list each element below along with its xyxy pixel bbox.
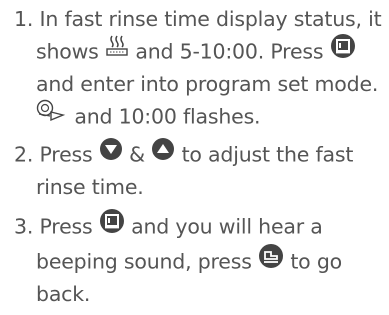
step-text: and 5-10:00. Press <box>135 38 324 63</box>
step-text: shows <box>36 38 99 63</box>
step-text: and 10:00 flashes. <box>74 103 261 128</box>
step-3-line-2: beeping sound, press to go <box>14 243 386 280</box>
up-arrow-button-icon <box>151 137 175 170</box>
step-3-line-3: back. <box>14 279 386 310</box>
program-button-icon <box>330 33 356 68</box>
step-text: In fast rinse time display status, it <box>39 7 382 31</box>
step-2-line-2: rinse time. <box>14 172 386 203</box>
step-1-line-3: and enter into program set mode. <box>14 69 386 100</box>
step-text: and enter into program set mode. <box>36 72 379 96</box>
step-2: 2. Press & to adjust the fast rinse time… <box>14 137 386 203</box>
step-text: rinse time. <box>36 174 144 199</box>
step-number: 1. <box>14 7 34 31</box>
step-1-line-4: and 10:00 flashes. <box>14 98 386 135</box>
step-text: beeping sound, press <box>36 248 252 273</box>
step-text: Press <box>39 142 93 167</box>
step-1-line-1: 1. In fast rinse time display status, it <box>14 4 386 35</box>
step-3-line-1: 3. Press and you will hear a <box>14 208 386 245</box>
step-text: & <box>129 142 145 167</box>
step-text: to go <box>290 248 342 273</box>
step-number: 3. <box>14 214 34 239</box>
back-button-icon <box>258 243 284 278</box>
down-arrow-button-icon <box>99 137 123 170</box>
instruction-document: 1. In fast rinse time display status, it… <box>0 0 389 315</box>
step-2-line-1: 2. Press & to adjust the fast <box>14 137 386 172</box>
step-1-line-2: shows and 5-10:00. Press <box>14 33 386 70</box>
step-text: to adjust the fast <box>181 142 354 167</box>
water-drop-icon <box>36 98 68 133</box>
step-number: 2. <box>14 142 34 167</box>
step-text: Press <box>39 214 93 239</box>
step-3: 3. Press and you will hear a beeping sou… <box>14 208 386 310</box>
rinse-tray-icon <box>105 35 129 66</box>
step-text: and you will hear a <box>131 214 323 239</box>
step-1: 1. In fast rinse time display status, it… <box>14 4 386 134</box>
program-button-icon <box>99 208 125 243</box>
step-text: back. <box>36 282 91 306</box>
